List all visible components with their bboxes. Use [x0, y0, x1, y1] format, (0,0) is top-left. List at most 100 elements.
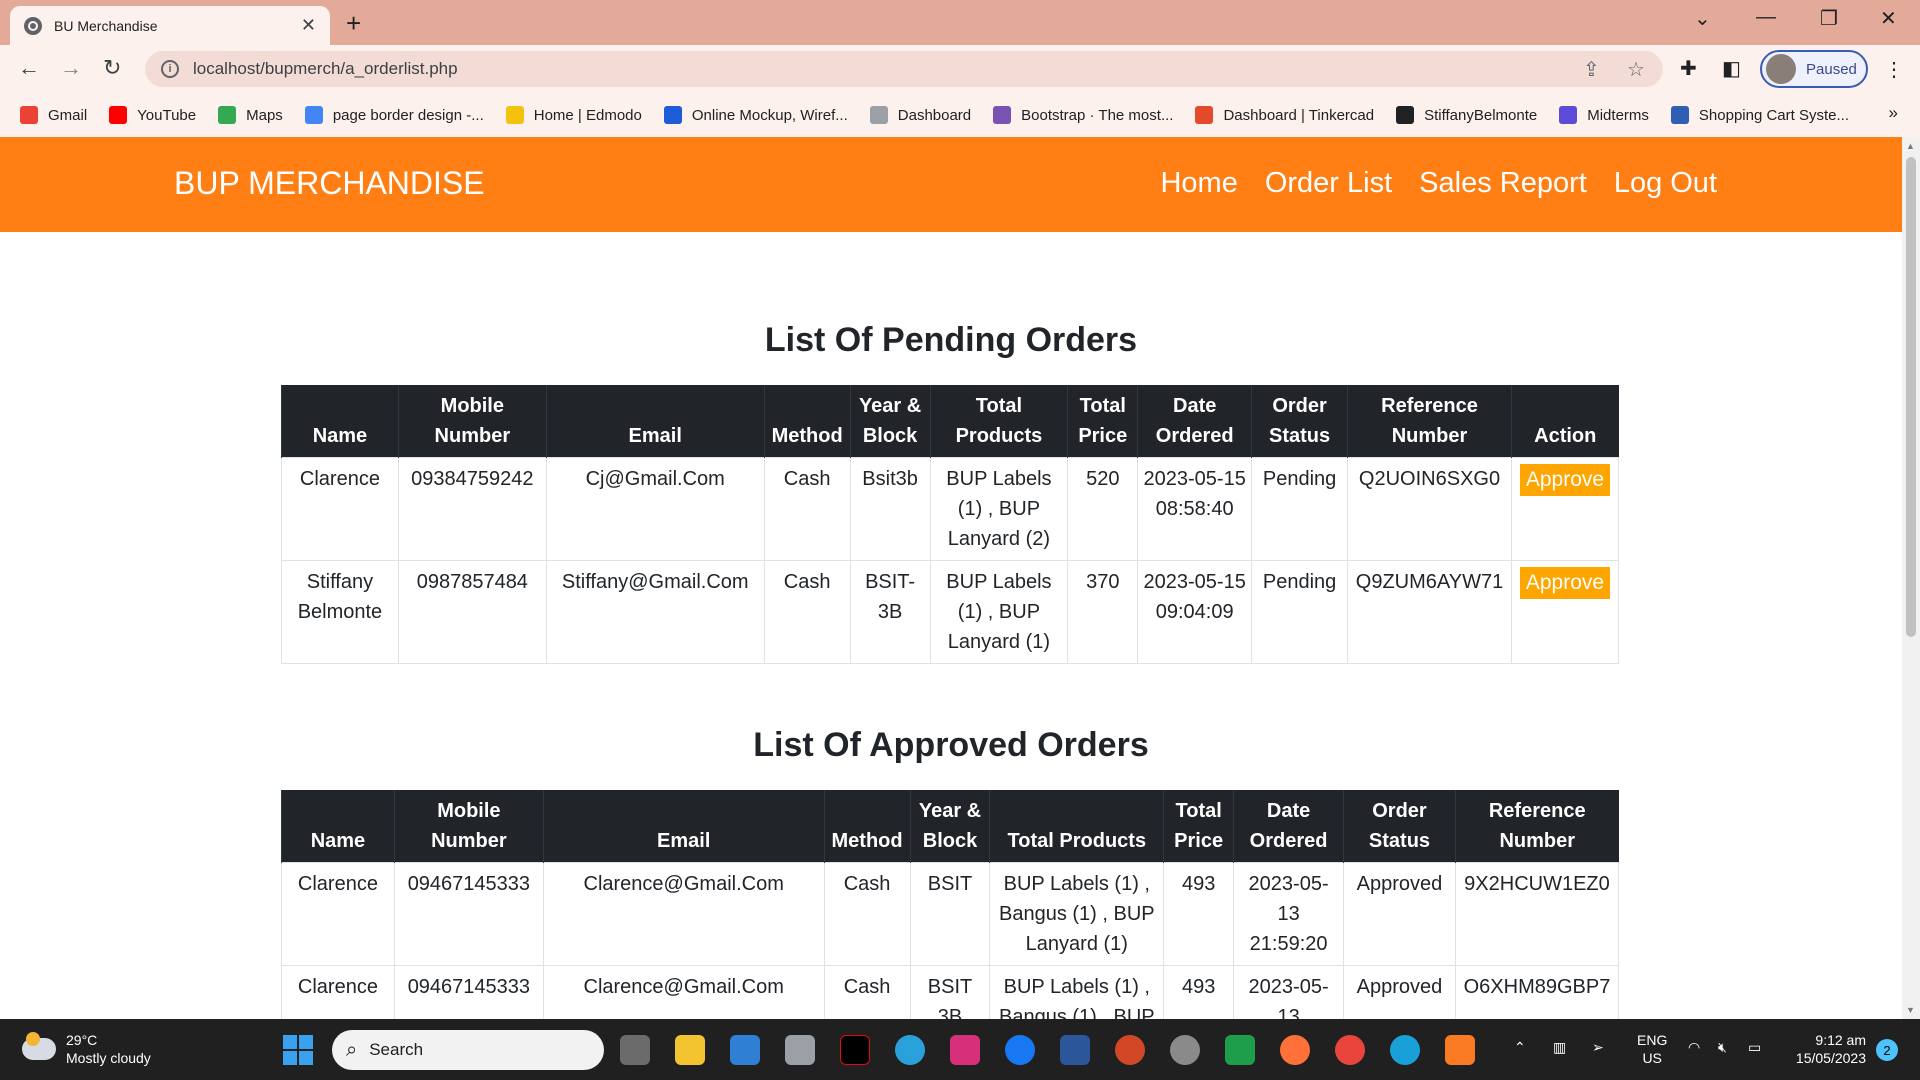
bookmark-bootstrap[interactable]: Bootstrap · The most...	[993, 106, 1173, 124]
chevron-up-icon[interactable]: ⌃	[1514, 1039, 1526, 1056]
clock[interactable]: 9:12 am 15/05/2023	[1786, 1031, 1866, 1067]
cell-products: BUP Labels (1) , BUP Lanyard (2)	[929, 457, 1069, 561]
mail-icon[interactable]	[785, 1035, 815, 1065]
site-info-icon[interactable]: i	[161, 60, 179, 78]
bookmark-youtube[interactable]: YouTube	[109, 106, 196, 124]
taskbar-search[interactable]: ⌕ Search	[332, 1030, 604, 1070]
notification-badge[interactable]: 2	[1876, 1039, 1898, 1061]
edge-icon[interactable]	[1390, 1035, 1420, 1065]
cell-method: Cash	[763, 457, 851, 561]
cell-products: BUP Labels (1) , Bangus (1) , BUP	[989, 965, 1165, 1019]
cell-mobile: 09384759242	[397, 457, 547, 561]
volume-muted-icon[interactable]: 🔇︎	[1718, 1039, 1727, 1056]
cell-reference: Q2UOIN6SXG0	[1347, 457, 1512, 561]
store-icon[interactable]	[730, 1035, 760, 1065]
edmodo-icon	[505, 106, 524, 124]
cell-price: 493	[1163, 965, 1235, 1019]
page-scrollbar[interactable]: ▲ ▼	[1902, 137, 1920, 1019]
bookmark-gmail[interactable]: Gmail	[20, 106, 87, 124]
netflix-icon[interactable]	[840, 1035, 870, 1065]
scroll-down-icon[interactable]: ▼	[1906, 1005, 1915, 1015]
tab-search-icon[interactable]: ⌄	[1694, 6, 1711, 31]
bookmark-tinkercad[interactable]: Dashboard | Tinkercad	[1195, 106, 1374, 124]
pending-orders-table: Name Mobile Number Email Method Year & B…	[281, 385, 1620, 664]
bookmark-page-border[interactable]: page border design -...	[304, 106, 484, 124]
instagram-icon[interactable]	[950, 1035, 980, 1065]
share-icon[interactable]: ⇪	[1583, 57, 1600, 82]
cell-year-block: Bsit3b	[849, 457, 931, 561]
chrome-icon[interactable]	[1335, 1035, 1365, 1065]
task-view-icon[interactable]	[620, 1035, 650, 1065]
forward-icon[interactable]: →	[60, 55, 82, 81]
word-icon[interactable]	[1060, 1035, 1090, 1065]
tab-close-icon[interactable]: ✕	[301, 15, 316, 36]
approved-orders-title: List Of Approved Orders	[753, 726, 1149, 764]
bookmark-github[interactable]: StiffanyBelmonte	[1396, 106, 1537, 124]
language-code: ENG	[1637, 1032, 1668, 1048]
minimize-icon[interactable]: —	[1756, 6, 1776, 29]
col-date-ordered: Date Ordered	[1233, 790, 1344, 863]
bookmark-midterms[interactable]: Midterms	[1559, 106, 1649, 124]
bookmark-maps[interactable]: Maps	[218, 106, 283, 124]
powerpoint-icon[interactable]	[1115, 1035, 1145, 1065]
cell-year-block: BSIT	[909, 862, 991, 966]
cell-name: Clarence	[281, 965, 395, 1019]
menu-kebab-icon[interactable]: ⋮	[1884, 57, 1904, 82]
table-row: Clarence 09467145333 Clarence@Gmail.Com …	[281, 965, 1620, 1019]
cell-mobile: 09467145333	[393, 862, 544, 966]
google-icon	[304, 106, 323, 124]
facebook-icon[interactable]	[1005, 1035, 1035, 1065]
browser-tab[interactable]: BU Merchandise ✕	[10, 6, 330, 45]
approve-button[interactable]: Approve	[1519, 567, 1611, 599]
new-tab-button[interactable]: +	[346, 8, 361, 39]
bookmark-moqups[interactable]: Online Mockup, Wiref...	[663, 106, 848, 124]
nav-sales-report[interactable]: Sales Report	[1419, 167, 1587, 200]
restore-icon[interactable]: ❐	[1820, 6, 1838, 31]
col-total-price: Total Price	[1163, 790, 1234, 863]
reload-icon[interactable]: ↻	[103, 55, 121, 81]
settings-icon[interactable]	[1170, 1035, 1200, 1065]
wifi-icon[interactable]: ◠	[1688, 1039, 1700, 1056]
close-window-icon[interactable]: ✕	[1880, 6, 1897, 31]
battery-icon[interactable]: ▭	[1748, 1039, 1761, 1056]
cell-action: Approve	[1510, 457, 1620, 561]
telegram-icon[interactable]	[895, 1035, 925, 1065]
file-explorer-icon[interactable]	[675, 1035, 705, 1065]
side-panel-icon[interactable]: ◧	[1722, 56, 1741, 81]
weather-widget[interactable]: 29°C Mostly cloudy	[22, 1031, 151, 1067]
nav-order-list[interactable]: Order List	[1265, 167, 1392, 200]
pending-orders-title: List Of Pending Orders	[764, 321, 1138, 359]
classroom-icon[interactable]	[1225, 1035, 1255, 1065]
profile-button[interactable]: Paused	[1760, 50, 1868, 88]
approve-button[interactable]: Approve	[1519, 464, 1611, 496]
nav-log-out[interactable]: Log Out	[1614, 167, 1717, 200]
nav-home[interactable]: Home	[1160, 167, 1237, 200]
language-indicator[interactable]: ENG US	[1637, 1031, 1667, 1067]
firefox-icon[interactable]	[1280, 1035, 1310, 1065]
address-bar[interactable]: i localhost/bupmerch/a_orderlist.php	[145, 51, 1663, 87]
scroll-up-icon[interactable]: ▲	[1906, 141, 1915, 151]
col-reference: Reference Number	[1347, 385, 1512, 458]
url-text: localhost/bupmerch/a_orderlist.php	[193, 59, 458, 78]
weather-condition: Mostly cloudy	[66, 1050, 151, 1066]
cell-method: Cash	[763, 560, 851, 664]
more-bookmarks-icon[interactable]: »	[1889, 103, 1898, 123]
table-row: Clarence 09467145333 Clarence@Gmail.Com …	[281, 862, 1620, 966]
table-header-row: Name Mobile Number Email Method Year & B…	[281, 790, 1619, 863]
start-button[interactable]	[283, 1035, 313, 1065]
site-brand[interactable]: BUP MERCHANDISE	[174, 165, 485, 202]
xampp-icon[interactable]	[1445, 1035, 1475, 1065]
scrollbar-thumb[interactable]	[1906, 157, 1916, 637]
bookmark-star-icon[interactable]: ☆	[1627, 57, 1645, 82]
bookmark-shopping-cart[interactable]: Shopping Cart Syste...	[1670, 106, 1849, 124]
location-icon[interactable]: ➢	[1592, 1039, 1604, 1056]
col-order-status: Order Status	[1343, 790, 1456, 863]
extensions-icon[interactable]: ✚	[1680, 56, 1697, 81]
meter-icon[interactable]: ▥	[1553, 1039, 1566, 1056]
back-icon[interactable]: ←	[18, 55, 40, 81]
moqups-icon	[663, 106, 682, 124]
tab-title: BU Merchandise	[54, 17, 158, 34]
bookmark-dashboard[interactable]: Dashboard	[869, 106, 971, 124]
bookmark-edmodo[interactable]: Home | Edmodo	[505, 106, 642, 124]
search-placeholder: Search	[369, 1040, 424, 1059]
